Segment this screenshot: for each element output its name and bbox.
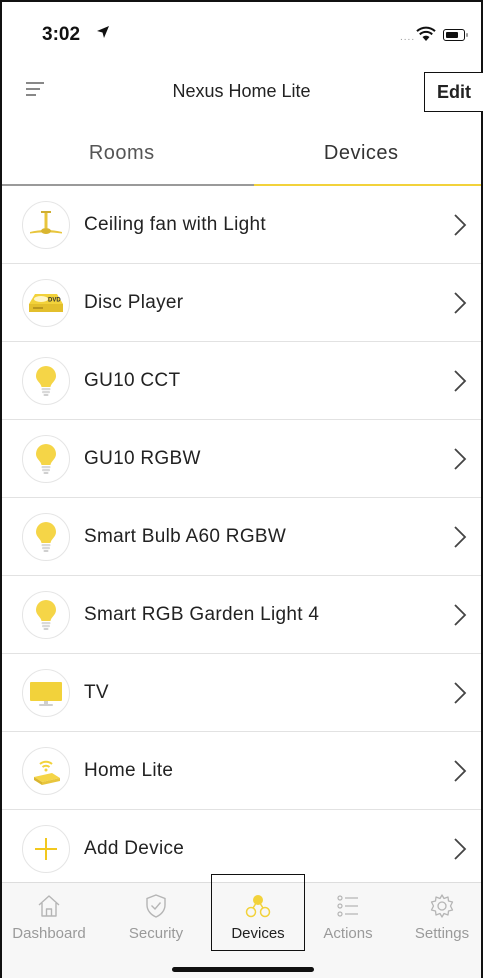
chevron-right-icon (454, 448, 467, 470)
wifi-icon (416, 26, 436, 41)
tabbar-actions[interactable]: Actions (300, 883, 396, 951)
tabbar-settings[interactable]: Settings (394, 883, 483, 951)
device-label: TV (84, 682, 109, 703)
device-row-smart-rgb-garden-light[interactable]: Smart RGB Garden Light 4 (2, 576, 481, 654)
actions-list-icon (337, 895, 358, 917)
gear-icon (430, 894, 454, 918)
signal-dots-icon: .... (400, 32, 416, 43)
device-row-gu10-rgbw[interactable]: GU10 RGBW (2, 420, 481, 498)
tabbar-devices[interactable]: Devices (210, 883, 306, 951)
device-list: Ceiling fan with Light DVD Disc Player G… (2, 186, 481, 888)
location-arrow-icon (97, 26, 109, 38)
device-row-disc-player[interactable]: DVD Disc Player (2, 264, 481, 342)
tab-rooms[interactable]: Rooms (2, 124, 242, 186)
bulb-icon (22, 591, 70, 639)
disc-player-icon: DVD (22, 279, 70, 327)
device-label: GU10 CCT (84, 370, 181, 391)
status-time: 3:02 (42, 24, 81, 45)
home-indicator[interactable] (172, 967, 314, 972)
home-icon (38, 895, 60, 917)
chevron-right-icon (454, 292, 467, 314)
page-title: Nexus Home Lite (172, 81, 311, 101)
segment-tabs: Rooms Devices (2, 124, 481, 186)
app-frame: 3:02 .... Nexus Home Lite Edit Rooms Dev… (0, 0, 483, 978)
app-header: Nexus Home Lite Edit (2, 64, 483, 118)
tabbar-label: Security (128, 925, 184, 942)
device-row-tv[interactable]: TV (2, 654, 481, 732)
tab-devices[interactable]: Devices (242, 124, 482, 186)
device-label: Smart RGB Garden Light 4 (84, 604, 320, 625)
devices-icon (245, 895, 271, 918)
tabbar-label: Devices (231, 925, 285, 942)
home-lite-hub-icon (22, 747, 70, 795)
chevron-right-icon (454, 604, 467, 626)
device-row-ceiling-fan[interactable]: Ceiling fan with Light (2, 186, 481, 264)
device-row-smart-bulb-a60[interactable]: Smart Bulb A60 RGBW (2, 498, 481, 576)
bottom-tab-bar: Dashboard Security Devices Actions Setti… (1, 874, 483, 978)
edit-button[interactable]: Edit (424, 72, 483, 112)
tabbar-dashboard[interactable]: Dashboard (1, 883, 97, 951)
device-row-home-lite[interactable]: Home Lite (2, 732, 481, 810)
bulb-icon (22, 513, 70, 561)
shield-icon (146, 894, 166, 918)
device-label: Smart Bulb A60 RGBW (84, 526, 287, 547)
ceiling-fan-icon (22, 201, 70, 249)
dvd-text: DVD (48, 298, 61, 304)
chevron-right-icon (454, 526, 467, 548)
chevron-right-icon (454, 214, 467, 236)
device-label: GU10 RGBW (84, 448, 201, 469)
device-row-gu10-cct[interactable]: GU10 CCT (2, 342, 481, 420)
bulb-icon (22, 357, 70, 405)
tabbar-security[interactable]: Security (108, 883, 204, 951)
add-device-label: Add Device (84, 838, 185, 859)
status-bar: 3:02 .... (2, 2, 481, 64)
device-label: Home Lite (84, 760, 174, 781)
device-label: Ceiling fan with Light (84, 214, 266, 235)
plus-icon (22, 825, 70, 873)
chevron-right-icon (454, 682, 467, 704)
battery-icon (443, 29, 468, 41)
bulb-icon (22, 435, 70, 483)
tv-icon (22, 669, 70, 717)
chevron-right-icon (454, 370, 467, 392)
tabbar-label: Settings (414, 925, 470, 942)
chevron-right-icon (454, 838, 467, 860)
tabbar-label: Dashboard (12, 925, 86, 942)
tabbar-label: Actions (323, 925, 373, 942)
chevron-right-icon (454, 760, 467, 782)
device-label: Disc Player (84, 292, 184, 313)
